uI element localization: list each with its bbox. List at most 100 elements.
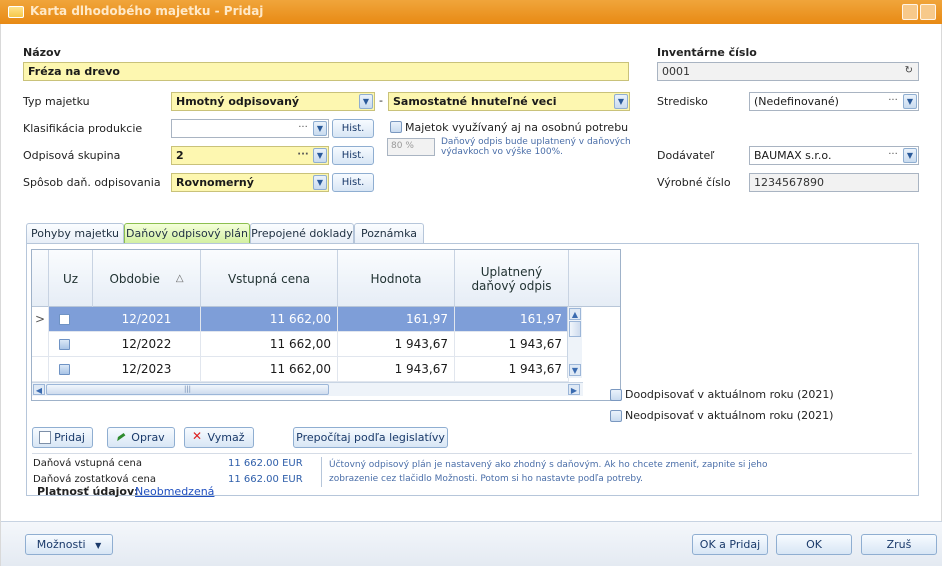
osobna-checkbox[interactable] xyxy=(390,121,402,133)
chevron-down-icon[interactable]: ▼ xyxy=(313,148,327,163)
vymaz-button[interactable]: ✕ Vymaž xyxy=(184,427,254,448)
tab-panel: Uz Obdobie △ Vstupná cena Hodnota Uplatn… xyxy=(26,243,919,496)
cell-uplatneny: 1 943,67 xyxy=(455,332,569,357)
doodpisovat-label: Doodpisovať v aktuálnom roku (2021) xyxy=(625,388,834,401)
horizontal-scrollbar[interactable]: ◀ ||| ▶ xyxy=(32,382,583,396)
col-vstupna[interactable]: Vstupná cena xyxy=(201,250,338,307)
dodavatel-select[interactable]: BAUMAX s.r.o. ··· ▼ xyxy=(749,146,919,165)
ellipsis-icon[interactable]: ··· xyxy=(295,121,311,136)
cell-obdobie: 12/2021 xyxy=(93,307,201,332)
inv-input[interactable]: 0001 ↻ xyxy=(657,62,919,81)
klasif-select[interactable]: ··· ▼ xyxy=(171,119,329,138)
chevron-down-icon[interactable]: ▼ xyxy=(313,175,327,190)
table-row[interactable]: > 12/2021 11 662,00 161,97 161,97 xyxy=(32,307,569,332)
doodpisovat-checkbox[interactable] xyxy=(610,389,622,401)
moznosti-button[interactable]: Možnosti ▼ xyxy=(25,534,113,555)
sposob-value: Rovnomerný xyxy=(176,176,254,189)
info-text: Účtovný odpisový plán je nastavený ako z… xyxy=(329,460,768,484)
odpis-grid[interactable]: Uz Obdobie △ Vstupná cena Hodnota Uplatn… xyxy=(31,249,621,401)
row-indicator xyxy=(32,357,49,382)
oprav-button[interactable]: Oprav xyxy=(107,427,175,448)
typ-value: Hmotný odpisovaný xyxy=(176,95,300,108)
ellipsis-icon[interactable]: ··· xyxy=(885,148,901,163)
minimize-button[interactable] xyxy=(902,4,918,20)
cell-hodnota: 161,97 xyxy=(338,307,455,332)
oprav-label: Oprav xyxy=(131,431,165,444)
neodpisovat-checkbox[interactable] xyxy=(610,410,622,422)
tab-danovy-plan[interactable]: Daňový odpisový plán xyxy=(124,223,250,243)
zrus-button[interactable]: Zruš xyxy=(861,534,937,555)
ellipsis-icon[interactable]: ··· xyxy=(885,94,901,109)
summary-separator xyxy=(321,457,322,487)
vymaz-label: Vymaž xyxy=(207,431,245,444)
pridaj-label: Pridaj xyxy=(54,431,85,444)
vertical-scrollbar[interactable]: ▲ ▼ xyxy=(567,307,582,378)
table-row[interactable]: 12/2023 11 662,00 1 943,67 1 943,67 xyxy=(32,357,569,382)
klasif-hist-button[interactable]: Hist. xyxy=(332,119,374,138)
dialog-body: Názov Fréza na drevo Inventárne číslo 00… xyxy=(0,24,942,566)
stredisko-value: (Nedefinované) xyxy=(754,95,839,108)
platnost-link[interactable]: Neobmedzená xyxy=(135,485,214,498)
percent-input[interactable]: 80 % xyxy=(387,138,435,156)
typ2-value: Samostatné hnuteľné veci xyxy=(393,95,557,108)
col-obdobie[interactable]: Obdobie △ xyxy=(93,250,201,307)
col-uplatneny[interactable]: Uplatnený daňový odpis xyxy=(455,250,569,307)
cell-uplatneny: 161,97 xyxy=(455,307,569,332)
ok-pridaj-button[interactable]: OK a Pridaj xyxy=(692,534,768,555)
sposob-select[interactable]: Rovnomerný ▼ xyxy=(171,173,329,192)
chevron-down-icon[interactable]: ▼ xyxy=(614,94,628,109)
dan-vstupna-value: 11 662.00 EUR xyxy=(228,458,303,469)
cell-hodnota: 1 943,67 xyxy=(338,357,455,382)
typ-select[interactable]: Hmotný odpisovaný ▼ xyxy=(171,92,375,111)
neodpisovat-label: Neodpisovať v aktuálnom roku (2021) xyxy=(625,409,834,422)
row-checkbox[interactable] xyxy=(59,339,70,350)
platnost-label: Platnosť údajov: xyxy=(37,485,139,498)
typ2-select[interactable]: Samostatné hnuteľné veci ▼ xyxy=(388,92,630,111)
chevron-down-icon[interactable]: ▼ xyxy=(313,121,327,136)
ok-button[interactable]: OK xyxy=(776,534,852,555)
tab-prepojene[interactable]: Prepojené doklady xyxy=(250,223,354,243)
vyrobne-input[interactable]: 1234567890 xyxy=(749,173,919,192)
refresh-icon[interactable]: ↻ xyxy=(905,65,913,76)
col-uz[interactable]: Uz xyxy=(49,250,93,307)
table-row[interactable]: 12/2022 11 662,00 1 943,67 1 943,67 xyxy=(32,332,569,357)
scroll-down-icon[interactable]: ▼ xyxy=(569,364,581,376)
sort-icon: △ xyxy=(175,272,184,284)
row-checkbox[interactable] xyxy=(59,314,70,325)
odpis-value: 2 xyxy=(176,149,184,162)
prepocitaj-button[interactable]: Prepočítaj podľa legislatívy xyxy=(293,427,448,448)
title-bar: Karta dlhodobého majetku - Pridaj xyxy=(0,0,942,24)
scroll-thumb[interactable] xyxy=(569,321,581,337)
scroll-right-icon[interactable]: ▶ xyxy=(568,384,580,395)
scroll-up-icon[interactable]: ▲ xyxy=(569,308,581,320)
odpis-hist-button[interactable]: Hist. xyxy=(332,146,374,165)
window-title: Karta dlhodobého majetku - Pridaj xyxy=(30,4,264,18)
chevron-down-icon[interactable]: ▼ xyxy=(359,94,373,109)
scroll-left-icon[interactable]: ◀ xyxy=(33,384,45,395)
chevron-down-icon[interactable]: ▼ xyxy=(903,148,917,163)
col-hodnota[interactable]: Hodnota xyxy=(338,250,455,307)
delete-icon: ✕ xyxy=(191,429,203,443)
ellipsis-icon[interactable]: ··· xyxy=(295,148,311,163)
row-checkbox[interactable] xyxy=(59,364,70,375)
inv-label: Inventárne číslo xyxy=(657,46,757,59)
tab-pohyby[interactable]: Pohyby majetku xyxy=(26,223,124,243)
col-obdobie-label: Obdobie xyxy=(109,271,160,286)
pridaj-button[interactable]: Pridaj xyxy=(32,427,93,448)
folder-icon xyxy=(8,6,24,18)
tab-poznamka[interactable]: Poznámka xyxy=(354,223,424,243)
dash-separator: - xyxy=(379,94,383,107)
dodavatel-label: Dodávateľ xyxy=(657,149,715,162)
maximize-button[interactable] xyxy=(920,4,936,20)
chevron-down-icon[interactable]: ▼ xyxy=(903,94,917,109)
chevron-down-icon: ▼ xyxy=(95,541,102,550)
cell-vstupna: 11 662,00 xyxy=(201,332,338,357)
odpis-select[interactable]: 2 ··· ▼ xyxy=(171,146,329,165)
sposob-hist-button[interactable]: Hist. xyxy=(332,173,374,192)
nazov-input[interactable]: Fréza na drevo xyxy=(23,62,629,81)
scroll-thumb[interactable]: ||| xyxy=(46,384,329,395)
vyrobne-label: Výrobné číslo xyxy=(657,176,731,189)
inv-value: 0001 xyxy=(662,65,690,78)
stredisko-select[interactable]: (Nedefinované) ··· ▼ xyxy=(749,92,919,111)
stredisko-label: Stredisko xyxy=(657,95,708,108)
